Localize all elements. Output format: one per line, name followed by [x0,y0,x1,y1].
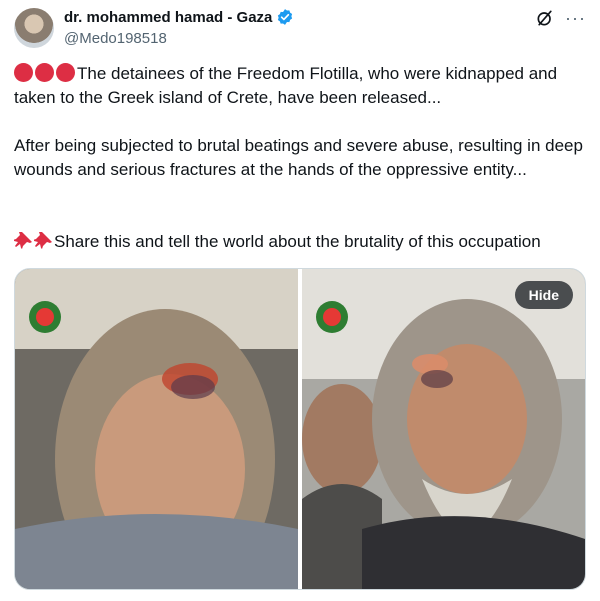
author-name-row: dr. mohammed hamad - Gaza [64,8,294,26]
red-circle-emoji-icon [14,63,77,83]
tweet-card: dr. mohammed hamad - Gaza @Medo198518 ··… [0,0,600,601]
more-options-icon[interactable]: ··· [565,9,586,27]
photo-left[interactable] [15,269,298,589]
avatar[interactable] [14,8,54,48]
post-text-3: Share this and tell the world about the … [54,232,541,251]
pushpin-emoji-icon [14,232,54,251]
author-handle[interactable]: @Medo198518 [64,30,167,47]
verified-badge-icon [278,9,293,25]
author-display-name[interactable]: dr. mohammed hamad - Gaza [64,9,272,26]
post-paragraph-2: After being subjected to brutal beatings… [14,136,583,179]
post-paragraph-3: Share this and tell the world about the … [14,230,588,254]
post-text-1: The detainees of the Freedom Flotilla, w… [14,64,558,107]
post-paragraph-1: The detainees of the Freedom Flotilla, w… [14,62,588,110]
media-grid: Hide [14,268,586,590]
photo-right[interactable]: Hide [302,269,585,589]
hide-media-button[interactable]: Hide [514,281,573,309]
grok-icon[interactable] [535,8,555,28]
tweet-top-actions: ··· [535,8,586,28]
